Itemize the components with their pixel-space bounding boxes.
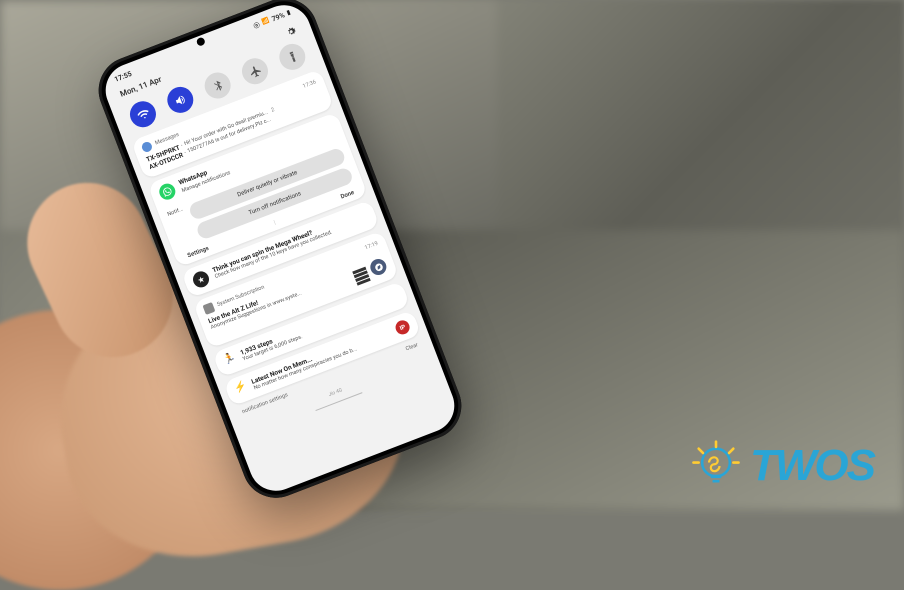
steps-icon: 🏃 — [222, 352, 238, 367]
notification-time: 17:36 — [302, 79, 317, 90]
flash-icon: ⚡ — [233, 380, 249, 395]
barcode-thumbnail — [350, 262, 370, 286]
settings-gear-icon[interactable] — [282, 21, 298, 37]
logo-text: TWOS — [750, 441, 874, 491]
clear-all-button[interactable]: Clear — [405, 342, 419, 352]
news-badge: IP — [394, 318, 412, 336]
lightbulb-icon — [690, 440, 742, 492]
qs-sound-toggle[interactable] — [164, 83, 198, 117]
signal-icon: 📶 — [261, 17, 270, 26]
twos-logo: TWOS — [690, 440, 874, 492]
done-button[interactable]: Done — [340, 189, 355, 201]
nfc-icon: ⓝ — [252, 20, 261, 31]
whatsapp-app-icon — [157, 181, 178, 202]
notification-time: 17:19 — [364, 241, 379, 252]
qs-wifi-toggle[interactable] — [126, 97, 160, 131]
qs-bluetooth-toggle[interactable] — [201, 69, 235, 103]
qs-flashlight-toggle[interactable] — [276, 40, 310, 74]
compass-icon — [368, 257, 389, 278]
notif-label: Notif... — [167, 206, 185, 218]
qs-airplane-toggle[interactable] — [238, 54, 272, 88]
battery-icon: ▮ — [286, 9, 292, 17]
system-icon — [202, 302, 215, 315]
promo-icon: ★ — [191, 269, 212, 290]
settings-button[interactable]: Settings — [187, 245, 210, 260]
messages-app-icon — [140, 141, 153, 154]
count-badge: 2 — [270, 107, 276, 116]
